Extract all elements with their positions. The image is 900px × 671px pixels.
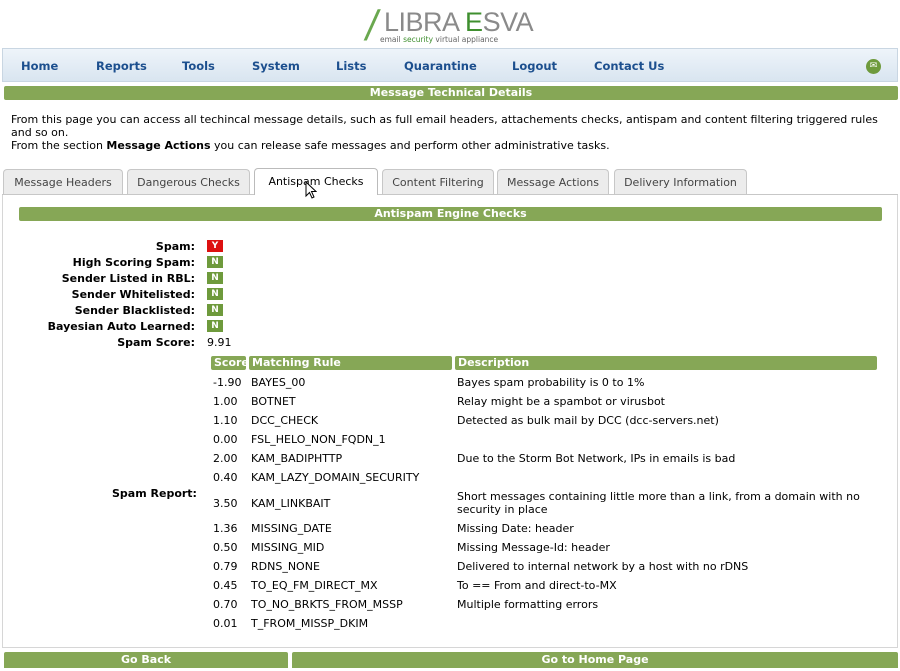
- check-label-spam: Spam:: [155, 240, 195, 253]
- check-flag-blacklisted: N: [207, 304, 223, 316]
- rule-score: 1.36: [213, 522, 238, 535]
- col-header-rule: Matching Rule: [249, 356, 452, 370]
- logo-wordmark: LIBRA ESVA: [384, 7, 534, 37]
- intro-line-1: From this page you can access all techin…: [11, 113, 878, 139]
- col-header-score: Score: [211, 356, 249, 370]
- tab-dangerous-checks[interactable]: Dangerous Checks: [127, 169, 250, 194]
- rule-score: 0.70: [213, 598, 238, 611]
- nav-logout[interactable]: Logout: [512, 59, 557, 73]
- spam-score-value: 9.91: [207, 336, 232, 349]
- rule-score: 1.00: [213, 395, 238, 408]
- rule-description: Bayes spam probability is 0 to 1%: [457, 376, 645, 389]
- rule-description: Short messages containing little more th…: [457, 490, 860, 516]
- check-flag-whitelisted: N: [207, 288, 223, 300]
- check-flag-high-scoring: N: [207, 256, 223, 268]
- rule-score: 0.79: [213, 560, 238, 573]
- go-back-button[interactable]: Go Back: [4, 652, 288, 668]
- check-label-high-scoring: High Scoring Spam:: [72, 256, 195, 269]
- nav-quarantine[interactable]: Quarantine: [404, 59, 477, 73]
- logo-tagline: email security virtual appliance: [380, 35, 499, 44]
- rule-score: 0.01: [213, 617, 238, 630]
- rule-name: TO_EQ_FM_DIRECT_MX: [251, 579, 378, 592]
- nav-reports[interactable]: Reports: [96, 59, 147, 73]
- tab-delivery-information[interactable]: Delivery Information: [614, 169, 747, 194]
- rule-name: KAM_BADIPHTTP: [251, 452, 343, 465]
- rule-score: 3.50: [213, 497, 238, 510]
- rule-score: 1.10: [213, 414, 238, 427]
- rule-name: BOTNET: [251, 395, 296, 408]
- rule-description: Detected as bulk mail by DCC (dcc-server…: [457, 414, 719, 427]
- libraesva-logo: / LIBRA ESVA email security virtual appl…: [360, 2, 560, 46]
- rule-description: Multiple formatting errors: [457, 598, 599, 611]
- rule-score: -1.90: [213, 376, 242, 389]
- rule-description: Due to the Storm Bot Network, IPs in ema…: [457, 452, 736, 465]
- page-title: Message Technical Details: [4, 86, 898, 100]
- rule-name: RDNS_NONE: [251, 560, 320, 573]
- rule-name: TO_NO_BRKTS_FROM_MSSP: [251, 598, 403, 611]
- rule-description: Relay might be a spambot or virusbot: [457, 395, 665, 408]
- nav-tools[interactable]: Tools: [182, 59, 215, 73]
- rule-name: DCC_CHECK: [251, 414, 319, 427]
- nav-lists[interactable]: Lists: [336, 59, 366, 73]
- tab-content-filtering[interactable]: Content Filtering: [382, 169, 494, 194]
- logo-slash-mark: /: [362, 2, 382, 46]
- check-label-blacklisted: Sender Blacklisted:: [74, 304, 195, 317]
- rule-description: To == From and direct-to-MX: [457, 579, 617, 592]
- section-title: Antispam Engine Checks: [19, 207, 882, 221]
- rule-name: FSL_HELO_NON_FQDN_1: [251, 433, 386, 446]
- check-label-rbl: Sender Listed in RBL:: [61, 272, 195, 285]
- check-label-whitelisted: Sender Whitelisted:: [71, 288, 195, 301]
- main-nav: Home Reports Tools System Lists Quaranti…: [2, 48, 898, 82]
- rule-name: KAM_LAZY_DOMAIN_SECURITY: [251, 471, 420, 484]
- rule-score: 0.40: [213, 471, 238, 484]
- go-home-button[interactable]: Go to Home Page: [292, 652, 898, 668]
- tab-message-headers[interactable]: Message Headers: [3, 169, 123, 194]
- rule-score: 0.50: [213, 541, 238, 554]
- rule-description: Missing Date: header: [457, 522, 574, 535]
- rule-name: MISSING_DATE: [251, 522, 332, 535]
- rule-description: Delivered to internal network by a host …: [457, 560, 749, 573]
- rule-description: Missing Message-Id: header: [457, 541, 610, 554]
- rule-name: MISSING_MID: [251, 541, 325, 554]
- rule-name: T_FROM_MISSP_DKIM: [251, 617, 369, 630]
- check-flag-rbl: N: [207, 272, 223, 284]
- check-flag-bayesian: N: [207, 320, 223, 332]
- check-flag-spam: Y: [207, 240, 223, 252]
- rule-score: 0.00: [213, 433, 238, 446]
- col-header-description: Description: [455, 356, 877, 370]
- rule-name: BAYES_00: [251, 376, 306, 389]
- tab-message-actions[interactable]: Message Actions: [497, 169, 609, 194]
- intro-text: From this page you can access all techin…: [11, 113, 896, 152]
- check-label-bayesian: Bayesian Auto Learned:: [47, 320, 195, 333]
- nav-contact-us[interactable]: Contact Us: [594, 59, 664, 73]
- spam-report-label: Spam Report:: [112, 487, 197, 500]
- intro-line-2: From the section Message Actions you can…: [11, 139, 610, 152]
- envelope-icon[interactable]: ✉: [866, 59, 881, 74]
- spam-score-label: Spam Score:: [117, 336, 195, 349]
- nav-home[interactable]: Home: [21, 59, 58, 73]
- rule-name: KAM_LINKBAIT: [251, 497, 331, 510]
- nav-system[interactable]: System: [252, 59, 300, 73]
- rule-score: 2.00: [213, 452, 238, 465]
- mouse-cursor-icon: [305, 181, 317, 199]
- rule-score: 0.45: [213, 579, 238, 592]
